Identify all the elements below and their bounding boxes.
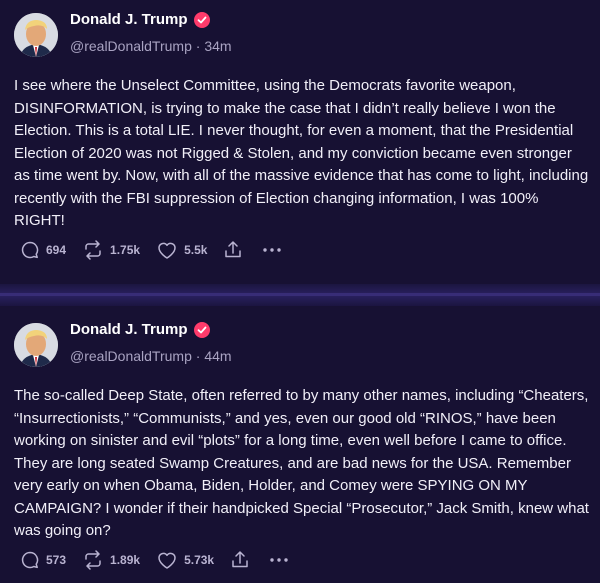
post-card-content[interactable]: Donald J. Trump @realDonaldTrump · 44m T… bbox=[0, 0, 600, 583]
repost-arrows-icon bbox=[85, 550, 101, 570]
post-time[interactable]: 44m bbox=[204, 348, 231, 364]
author-name[interactable]: Donald J. Trump bbox=[70, 321, 188, 338]
author-handle[interactable]: @realDonaldTrump bbox=[70, 348, 192, 364]
like-button[interactable]: 5.73k bbox=[156, 550, 214, 570]
share-upload-icon bbox=[232, 551, 248, 568]
author-row: Donald J. Trump bbox=[70, 321, 210, 338]
more-button[interactable] bbox=[268, 550, 290, 570]
separator-dot: · bbox=[191, 348, 205, 364]
feed: Donald J. Trump @realDonaldTrump · 34m I… bbox=[0, 0, 600, 583]
retruth-count: 1.89k bbox=[110, 553, 141, 567]
heart-icon bbox=[158, 552, 176, 569]
reply-count: 573 bbox=[46, 553, 67, 567]
speech-bubble-icon bbox=[21, 551, 39, 569]
more-dots-icon bbox=[270, 558, 288, 562]
avatar[interactable] bbox=[14, 323, 58, 367]
reply-button[interactable]: 573 bbox=[20, 550, 66, 570]
post-actions: 573 1.89k 5.73k bbox=[20, 550, 308, 570]
verified-badge-icon bbox=[193, 321, 210, 338]
retruth-button[interactable]: 1.89k bbox=[82, 550, 140, 570]
like-count: 5.73k bbox=[184, 553, 215, 567]
handle-row: @realDonaldTrump · 44m bbox=[70, 348, 232, 364]
share-button[interactable] bbox=[230, 550, 250, 570]
post-body: The so-called Deep State, often referred… bbox=[14, 387, 589, 539]
